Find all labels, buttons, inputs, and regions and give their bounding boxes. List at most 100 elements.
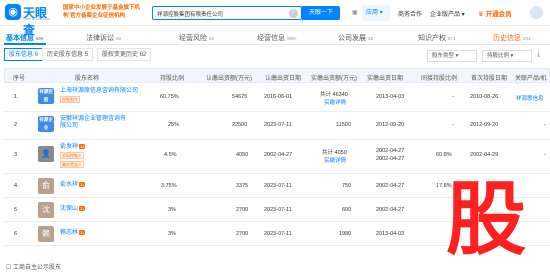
sub-date: 2023-07-11 [264, 183, 292, 189]
sub-amount: 4050 [236, 152, 249, 158]
tianyancha-logo[interactable]: ◉ 天眼查 TianYanCha.com [5, 4, 57, 37]
indirect-ratio: - [452, 94, 454, 100]
first-date: 2002-04-29 [470, 152, 499, 158]
shareholder-type-filter[interactable]: 股东类型 ▾ [427, 50, 477, 62]
row-no: 6 [14, 231, 18, 237]
table-row: 3 👤 俞发祥 13 实际控制人 最终受益人 4.5% 4050 2002-04-27… [4, 140, 550, 174]
main-tabs: 基本信息 606 法律诉讼 99 经营风险 62 经营信息 999+ 公司发展 32 知识… [0, 30, 550, 45]
person-avatar: 👤 [38, 146, 54, 162]
tab-count: 606 [36, 36, 44, 41]
ratio: 3% [168, 207, 176, 213]
row-no: 2 [14, 122, 18, 128]
badge: 11 [79, 230, 86, 235]
paid-detail-link[interactable]: 实缴详情 [324, 98, 346, 106]
name-text: 俞发祥 [60, 144, 79, 150]
sub-amount: 2700 [236, 231, 249, 237]
tab-label: 基本信息 [6, 35, 34, 42]
ratio-filter[interactable]: 持股比例 ▾ [482, 50, 532, 62]
tab-label: 知识产权 [418, 35, 446, 42]
tab-count: 241 [523, 36, 531, 41]
search-value: 祥源控股集团有限责任公司 [157, 12, 224, 18]
tag: 控股股东 [60, 96, 80, 103]
sub-amount: 22500 [232, 122, 248, 128]
subtab-equity-changes[interactable]: 股权变更历史 62 [97, 48, 152, 61]
tab-label: 经营风险 [179, 35, 207, 42]
filter-label: 股东类型 [432, 53, 455, 59]
filter-label: 持股比例 [487, 53, 510, 59]
name-text: 上海祥源原信息咨询有限公司 [60, 88, 139, 94]
shareholder-name[interactable]: 上海祥源原信息咨询有限公司 控股股东 [60, 88, 138, 104]
shareholder-name[interactable]: 沈保山 11 [60, 206, 86, 213]
tab-legal[interactable]: 法律诉讼 99 [86, 33, 121, 43]
paid-date: 2002-04-27 [376, 207, 405, 213]
col-no: 序号 [13, 76, 26, 82]
search-input[interactable]: 祥源控股集团有限责任公司 × [152, 6, 302, 20]
paid-amount: 共计 46340 [320, 92, 348, 98]
col-ratio: 持股比例 [160, 76, 185, 82]
tab-label: 法律诉讼 [86, 35, 114, 42]
subtab-history-shareholders[interactable]: 历史股东信息 5 [42, 48, 94, 61]
eye-logo-icon: ◉ [5, 4, 21, 20]
shareholder-name[interactable]: 安徽祥源企业管理咨询有限公司 [60, 116, 130, 130]
clear-icon[interactable]: × [289, 9, 298, 18]
paid-date-2: 2002-04-27 [376, 156, 405, 162]
public-shareholders-link[interactable]: ☐ 工商自主公示股东 [6, 262, 61, 271]
subtab-shareholders[interactable]: 股东信息 6 [4, 48, 44, 61]
sub-amount: 54675 [232, 94, 248, 100]
col-name: 股东名称 [75, 76, 100, 82]
row-no: 5 [14, 207, 18, 213]
subtab-count: 62 [139, 52, 147, 58]
vip-button[interactable]: ♛ 开通会员 [478, 8, 512, 18]
row-no: 3 [14, 152, 18, 158]
shareholder-name[interactable]: 赖志林 11 [60, 230, 86, 237]
badge: 13 [79, 144, 86, 149]
ratio: 60.75% [160, 94, 179, 100]
tab-label: 经营信息 [257, 35, 285, 42]
tab-label: 公司发展 [338, 35, 366, 42]
export-icon[interactable]: ⤓ [537, 51, 540, 59]
tab-operation[interactable]: 经营信息 999+ [257, 33, 297, 43]
tab-count: 999+ [287, 36, 298, 41]
ratio: 4.5% [164, 152, 177, 158]
ratio: 3.75% [161, 183, 177, 189]
ratio: 25% [168, 122, 180, 128]
apps-label: 应用 [366, 10, 379, 16]
first-date: 2012-09-20 [470, 122, 499, 128]
sub-date: 2016-06-01 [264, 94, 293, 100]
tab-count: 32 [368, 36, 374, 41]
col-indirect: 间接持股比例 [421, 76, 458, 82]
tab-risk[interactable]: 经营风险 62 [179, 33, 214, 43]
company-seal-icon: 祥源控股 [38, 88, 54, 104]
tab-label: 历史信息 [493, 35, 521, 42]
tab-basic-info[interactable]: 基本信息 606 [6, 33, 44, 43]
row-no: 1 [14, 94, 18, 100]
paid-amount: 共计 4050 [322, 150, 347, 156]
search-button[interactable]: 天眼一下 [302, 6, 340, 20]
shareholder-name[interactable]: 俞发祥 13 实际控制人 最终受益人 [60, 144, 86, 169]
nav-enterprise[interactable]: 企业版产品 ▾ [430, 9, 465, 18]
nav-icon[interactable]: ▣ [352, 9, 358, 16]
user-avatar[interactable] [530, 6, 543, 19]
badge: 11 [79, 182, 86, 187]
nav-apps[interactable]: 应用 ▾ [362, 5, 390, 21]
paid-amount: 750 [342, 183, 352, 189]
sub-date: 2023-07-11 [264, 231, 292, 237]
tab-development[interactable]: 公司发展 32 [338, 33, 373, 43]
tab-ip[interactable]: 知识产权 974 [418, 33, 456, 43]
shareholder-name[interactable]: 俞水祥 11 [60, 182, 86, 189]
paid-date: 2013-04-03 [376, 94, 405, 100]
paid-date: 2002-04-27 [376, 183, 405, 189]
row-no: 4 [14, 183, 18, 189]
paid-detail-link[interactable]: 实缴详情 [324, 156, 346, 164]
paid-date: 2002-04-27 [376, 148, 405, 154]
nav-business[interactable]: 商务合作 [398, 9, 422, 18]
indirect-ratio: - [452, 122, 454, 128]
related-link[interactable]: 祥源惠信息 [516, 94, 544, 102]
tab-history[interactable]: 历史信息 241 [493, 33, 531, 43]
col-paid-date: 实缴出资日期 [367, 76, 404, 82]
name-text: 沈保山 [60, 206, 79, 212]
ratio: 3% [168, 231, 176, 237]
table-row: 1 祥源控股 上海祥源原信息咨询有限公司 控股股东 60.75% 54675 20… [4, 84, 550, 112]
col-paid-amount: 实缴出资额(万元) [311, 76, 357, 82]
person-avatar: 俞 [38, 178, 54, 194]
